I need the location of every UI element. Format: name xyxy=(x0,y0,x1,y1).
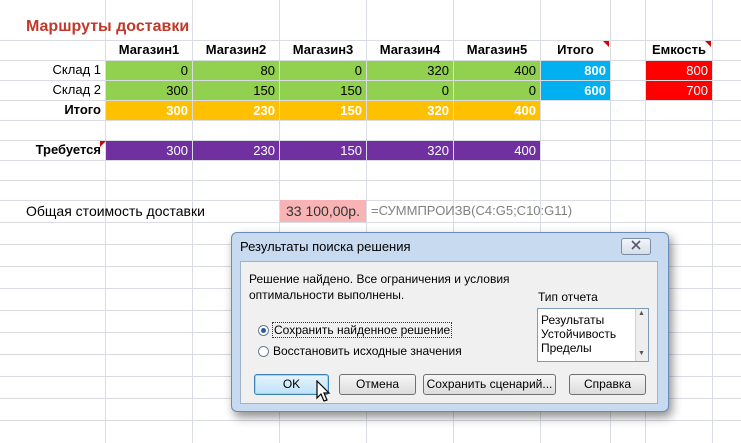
required-cell[interactable]: 300 xyxy=(106,141,192,160)
message-line: Решение найдено. Все ограничения и услов… xyxy=(249,272,510,286)
report-type-item[interactable]: Пределы xyxy=(541,341,592,355)
totals-label[interactable]: Итого xyxy=(0,100,105,120)
dialog-message: Решение найдено. Все ограничения и услов… xyxy=(249,271,510,303)
capacity-header[interactable]: Емкость xyxy=(646,40,712,60)
listbox-scrollbar[interactable]: ▲ ▼ xyxy=(635,309,648,361)
row-label[interactable]: Склад 2 xyxy=(0,80,105,100)
radio-keep-label[interactable]: Сохранить найденное решение xyxy=(271,322,453,338)
total-cell[interactable]: 400 xyxy=(454,101,540,120)
comment-indicator xyxy=(705,41,711,47)
mouse-cursor-icon xyxy=(316,380,331,402)
row-label[interactable]: Склад 1 xyxy=(0,60,105,80)
total-cell[interactable]: 320 xyxy=(367,101,453,120)
required-cell[interactable]: 320 xyxy=(367,141,453,160)
save-scenario-button[interactable]: Сохранить сценарий... xyxy=(423,374,556,395)
grid-line xyxy=(0,222,741,223)
grid-line xyxy=(0,120,741,121)
total-cell[interactable]: 150 xyxy=(280,101,366,120)
capacity-cell[interactable]: 700 xyxy=(646,81,712,100)
data-cell[interactable]: 320 xyxy=(367,61,453,80)
col-header[interactable]: Магазин5 xyxy=(454,40,540,60)
cost-label[interactable]: Общая стоимость доставки xyxy=(26,200,276,222)
report-type-label: Тип отчета xyxy=(538,290,598,304)
report-type-item[interactable]: Результаты xyxy=(541,313,604,327)
col-header[interactable]: Магазин4 xyxy=(367,40,453,60)
total-header[interactable]: Итого xyxy=(541,40,610,60)
close-x-glyph xyxy=(631,240,641,250)
required-cell[interactable]: 150 xyxy=(280,141,366,160)
row-total-cell[interactable]: 600 xyxy=(541,81,610,100)
data-cell[interactable]: 300 xyxy=(106,81,192,100)
sheet-title[interactable]: Маршруты доставки xyxy=(26,16,266,40)
radio-selected-icon[interactable] xyxy=(258,325,269,336)
grid-line xyxy=(0,160,741,161)
col-header[interactable]: Магазин2 xyxy=(193,40,279,60)
data-cell[interactable]: 150 xyxy=(193,81,279,100)
required-label[interactable]: Требуется xyxy=(0,140,105,160)
report-type-item[interactable]: Устойчивость xyxy=(541,327,616,341)
data-cell[interactable]: 400 xyxy=(454,61,540,80)
required-cell[interactable]: 400 xyxy=(454,141,540,160)
report-type-listbox[interactable]: Результаты Устойчивость Пределы ▲ ▼ xyxy=(537,308,649,362)
dialog-title: Результаты поиска решения xyxy=(240,239,411,254)
data-cell[interactable]: 0 xyxy=(367,81,453,100)
data-cell[interactable]: 150 xyxy=(280,81,366,100)
cost-value-cell[interactable]: 33 100,00р. xyxy=(280,200,366,222)
comment-indicator xyxy=(603,41,609,47)
radio-restore-label[interactable]: Восстановить исходные значения xyxy=(273,344,462,358)
data-cell[interactable]: 0 xyxy=(280,61,366,80)
col-header[interactable]: Магазин3 xyxy=(280,40,366,60)
grid-line xyxy=(0,180,741,181)
data-cell[interactable]: 80 xyxy=(193,61,279,80)
data-cell[interactable]: 0 xyxy=(454,81,540,100)
close-icon[interactable] xyxy=(621,238,651,255)
total-cell[interactable]: 230 xyxy=(193,101,279,120)
grid-line xyxy=(0,420,741,421)
capacity-cell[interactable]: 800 xyxy=(646,61,712,80)
cost-formula: =СУММПРОИЗВ(C4:G5;C10:G11) xyxy=(371,203,573,218)
solver-results-dialog: Результаты поиска решения Решение найден… xyxy=(231,232,669,412)
radio-unselected-icon[interactable] xyxy=(258,346,269,357)
help-button[interactable]: Справка xyxy=(569,374,646,395)
scroll-up-icon[interactable]: ▲ xyxy=(638,310,645,317)
scroll-down-icon[interactable]: ▼ xyxy=(638,350,645,357)
total-cell[interactable]: 300 xyxy=(106,101,192,120)
message-line: оптимальности выполнены. xyxy=(249,288,405,302)
col-header[interactable]: Магазин1 xyxy=(106,40,192,60)
cancel-button[interactable]: Отмена xyxy=(339,374,416,395)
data-cell[interactable]: 0 xyxy=(106,61,192,80)
row-total-cell[interactable]: 800 xyxy=(541,61,610,80)
required-cell[interactable]: 230 xyxy=(193,141,279,160)
